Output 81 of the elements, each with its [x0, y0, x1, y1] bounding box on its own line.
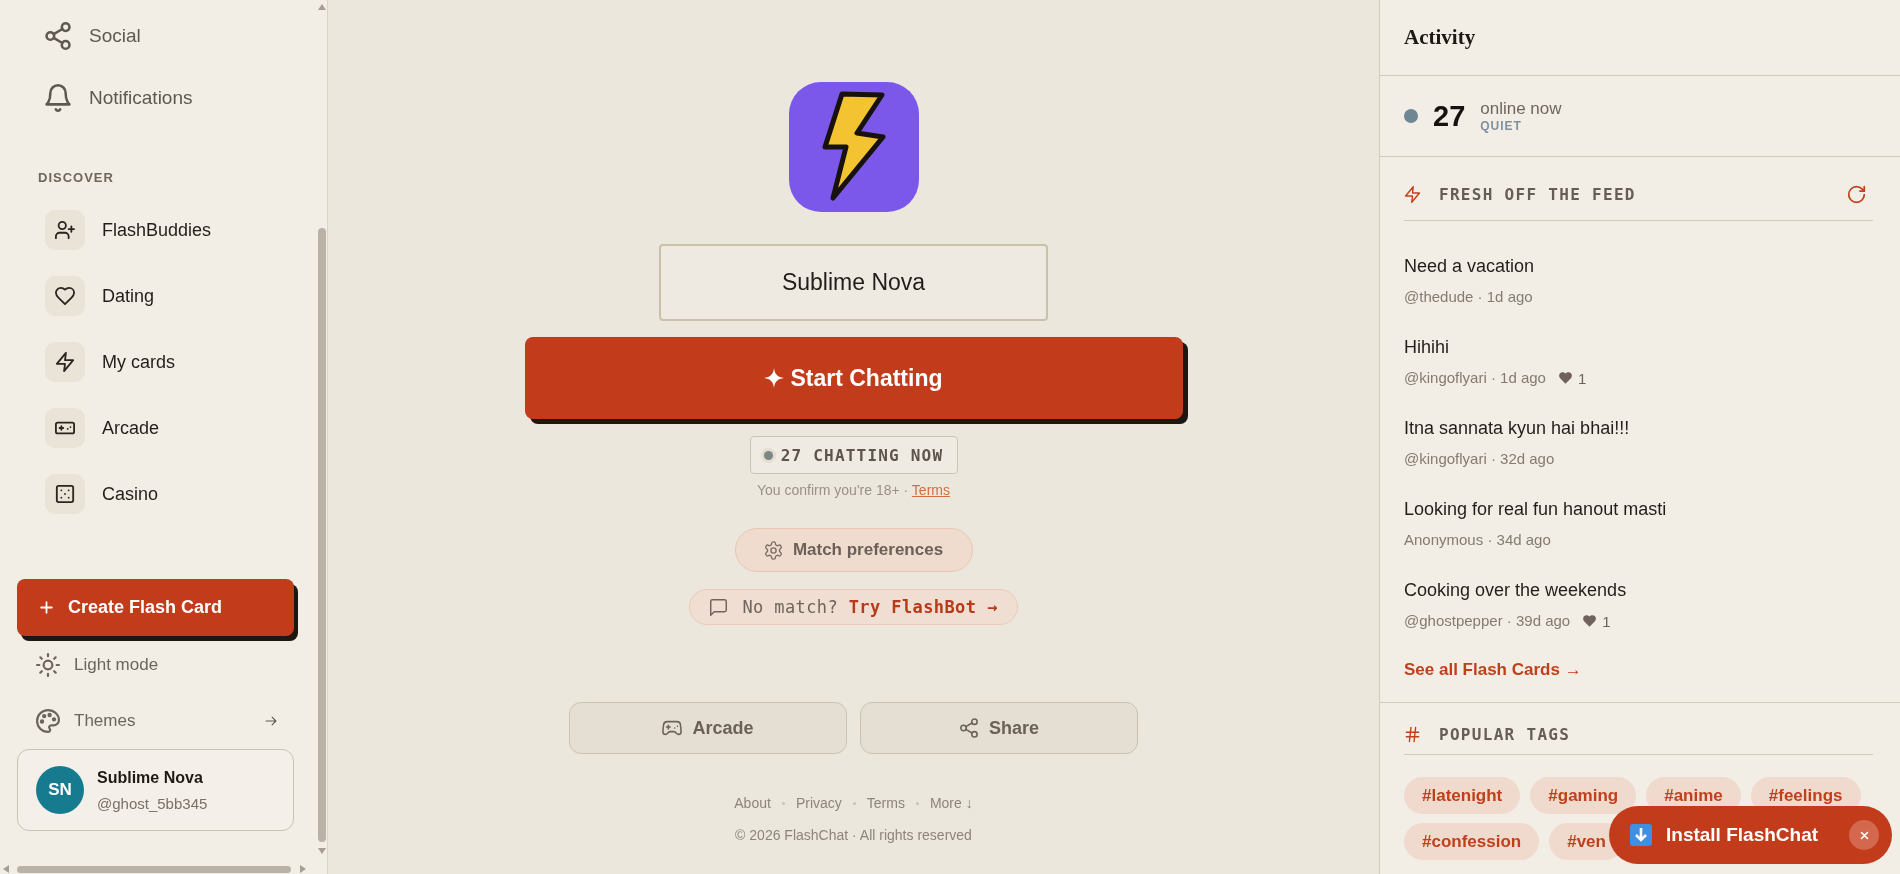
section-heading: DISCOVER — [37, 170, 115, 186]
close-icon — [1858, 829, 1870, 841]
post-meta: @thedude · 1d ago — [1404, 288, 1533, 306]
sparkle-icon — [764, 368, 785, 388]
refresh-icon[interactable] — [1847, 184, 1866, 204]
terms-link[interactable]: Terms — [911, 482, 950, 498]
post-meta: @kingoflyari · 1d ago — [1404, 369, 1546, 387]
heart-icon — [1557, 371, 1573, 385]
sidebar-link[interactable]: Arcade — [17, 395, 294, 461]
section-heading: POPULAR TAGS — [1439, 724, 1571, 744]
chat-bubble-icon — [709, 597, 729, 617]
plus-icon — [40, 601, 53, 614]
user-plus-icon — [45, 210, 85, 250]
post-meta: Anonymous · 34d ago — [1404, 531, 1551, 549]
panel-title: Activity — [1404, 25, 1476, 50]
scroll-down-button[interactable] — [317, 848, 326, 854]
sidebar-link[interactable]: My cards — [17, 329, 294, 395]
sidebar-link[interactable]: Casino — [17, 461, 294, 527]
lightning-logo-icon — [787, 81, 920, 213]
live-count-text: 27 CHATTING NOW — [780, 445, 944, 465]
scrollbar-thumb[interactable] — [317, 228, 326, 842]
like-count: 1 — [1602, 612, 1611, 630]
status-dot-icon — [763, 450, 773, 460]
lightning-icon — [45, 342, 85, 382]
scroll-right-button[interactable] — [300, 865, 306, 873]
post-title[interactable]: Cooking over the weekends — [1404, 579, 1873, 601]
avatar: SN — [36, 766, 84, 814]
gamepad-icon — [45, 408, 85, 448]
see-all-link[interactable]: See all Flash Cards → — [1404, 660, 1582, 680]
scroll-left-button[interactable] — [3, 865, 9, 873]
name-field[interactable]: Sublime Nova — [659, 244, 1048, 321]
scroll-up-button[interactable] — [317, 4, 326, 10]
tag-chip[interactable]: #latenight — [1404, 777, 1521, 814]
post-title[interactable]: Looking for real fun hanout masti — [1404, 498, 1873, 520]
action-button[interactable]: Share — [860, 702, 1138, 754]
section-heading: FRESH OFF THE FEED — [1439, 184, 1636, 204]
action-button[interactable]: Arcade — [569, 702, 847, 754]
sidebar-link[interactable]: Dating — [17, 263, 294, 329]
hash-icon — [1404, 725, 1421, 743]
match-preferences-button[interactable]: Match preferences — [734, 528, 973, 572]
close-button[interactable] — [1849, 820, 1879, 850]
age-notice: You confirm you're 18+ · Terms — [757, 481, 950, 499]
scrollbar-thumb[interactable] — [17, 865, 291, 873]
share-icon — [959, 718, 979, 738]
activity-level: QUIET — [1480, 118, 1523, 134]
sun-icon — [36, 652, 60, 677]
post-title[interactable]: Need a vacation — [1404, 255, 1873, 277]
download-icon — [1630, 824, 1652, 846]
post-title[interactable]: Itna sannata kyun hai bhai!!! — [1404, 417, 1873, 439]
bell-icon — [44, 84, 72, 112]
status-dot-icon — [1404, 109, 1418, 123]
sidebar-link[interactable]: Themes — [17, 693, 294, 748]
copyright-text: © 2026 FlashChat · All rights reserved — [735, 826, 972, 844]
footer-link[interactable]: About — [734, 794, 771, 812]
user-name: Sublime Nova — [97, 767, 204, 787]
like-count: 1 — [1577, 369, 1587, 387]
flashbot-button[interactable]: No match? Try FlashBot → — [689, 589, 1018, 625]
user-handle: @ghost_5bb345 — [97, 794, 208, 813]
sidebar-link[interactable]: Notifications — [17, 67, 294, 129]
online-label: online now — [1480, 98, 1562, 119]
online-count: 27 — [1433, 99, 1466, 133]
post-meta: @ghostpepper · 39d ago — [1404, 612, 1571, 630]
lightning-icon — [1404, 185, 1421, 203]
footer-link[interactable]: More ↓ — [929, 794, 973, 812]
settings-icon — [763, 540, 783, 560]
light-mode-toggle[interactable]: Light mode — [17, 637, 294, 692]
tag-chip[interactable]: #confession — [1404, 823, 1540, 860]
sidebar-link[interactable]: Social — [17, 5, 294, 67]
user-card[interactable]: SN Sublime Nova @ghost_5bb345 — [17, 749, 294, 831]
footer-link[interactable]: Terms — [866, 794, 905, 812]
tag-chip[interactable]: #gaming — [1530, 777, 1637, 814]
share-icon — [44, 22, 72, 50]
sidebar-link[interactable]: FlashBuddies — [17, 197, 294, 263]
post-meta: @kingoflyari · 32d ago — [1404, 450, 1555, 468]
palette-icon — [36, 708, 60, 733]
gamepad-icon — [662, 718, 683, 738]
footer-link[interactable]: Privacy — [795, 794, 842, 812]
dice-icon — [45, 474, 85, 514]
heart-icon — [1582, 614, 1598, 628]
install-button[interactable]: Install FlashChat — [1666, 824, 1819, 846]
post-title[interactable]: Hihihi — [1404, 336, 1873, 358]
